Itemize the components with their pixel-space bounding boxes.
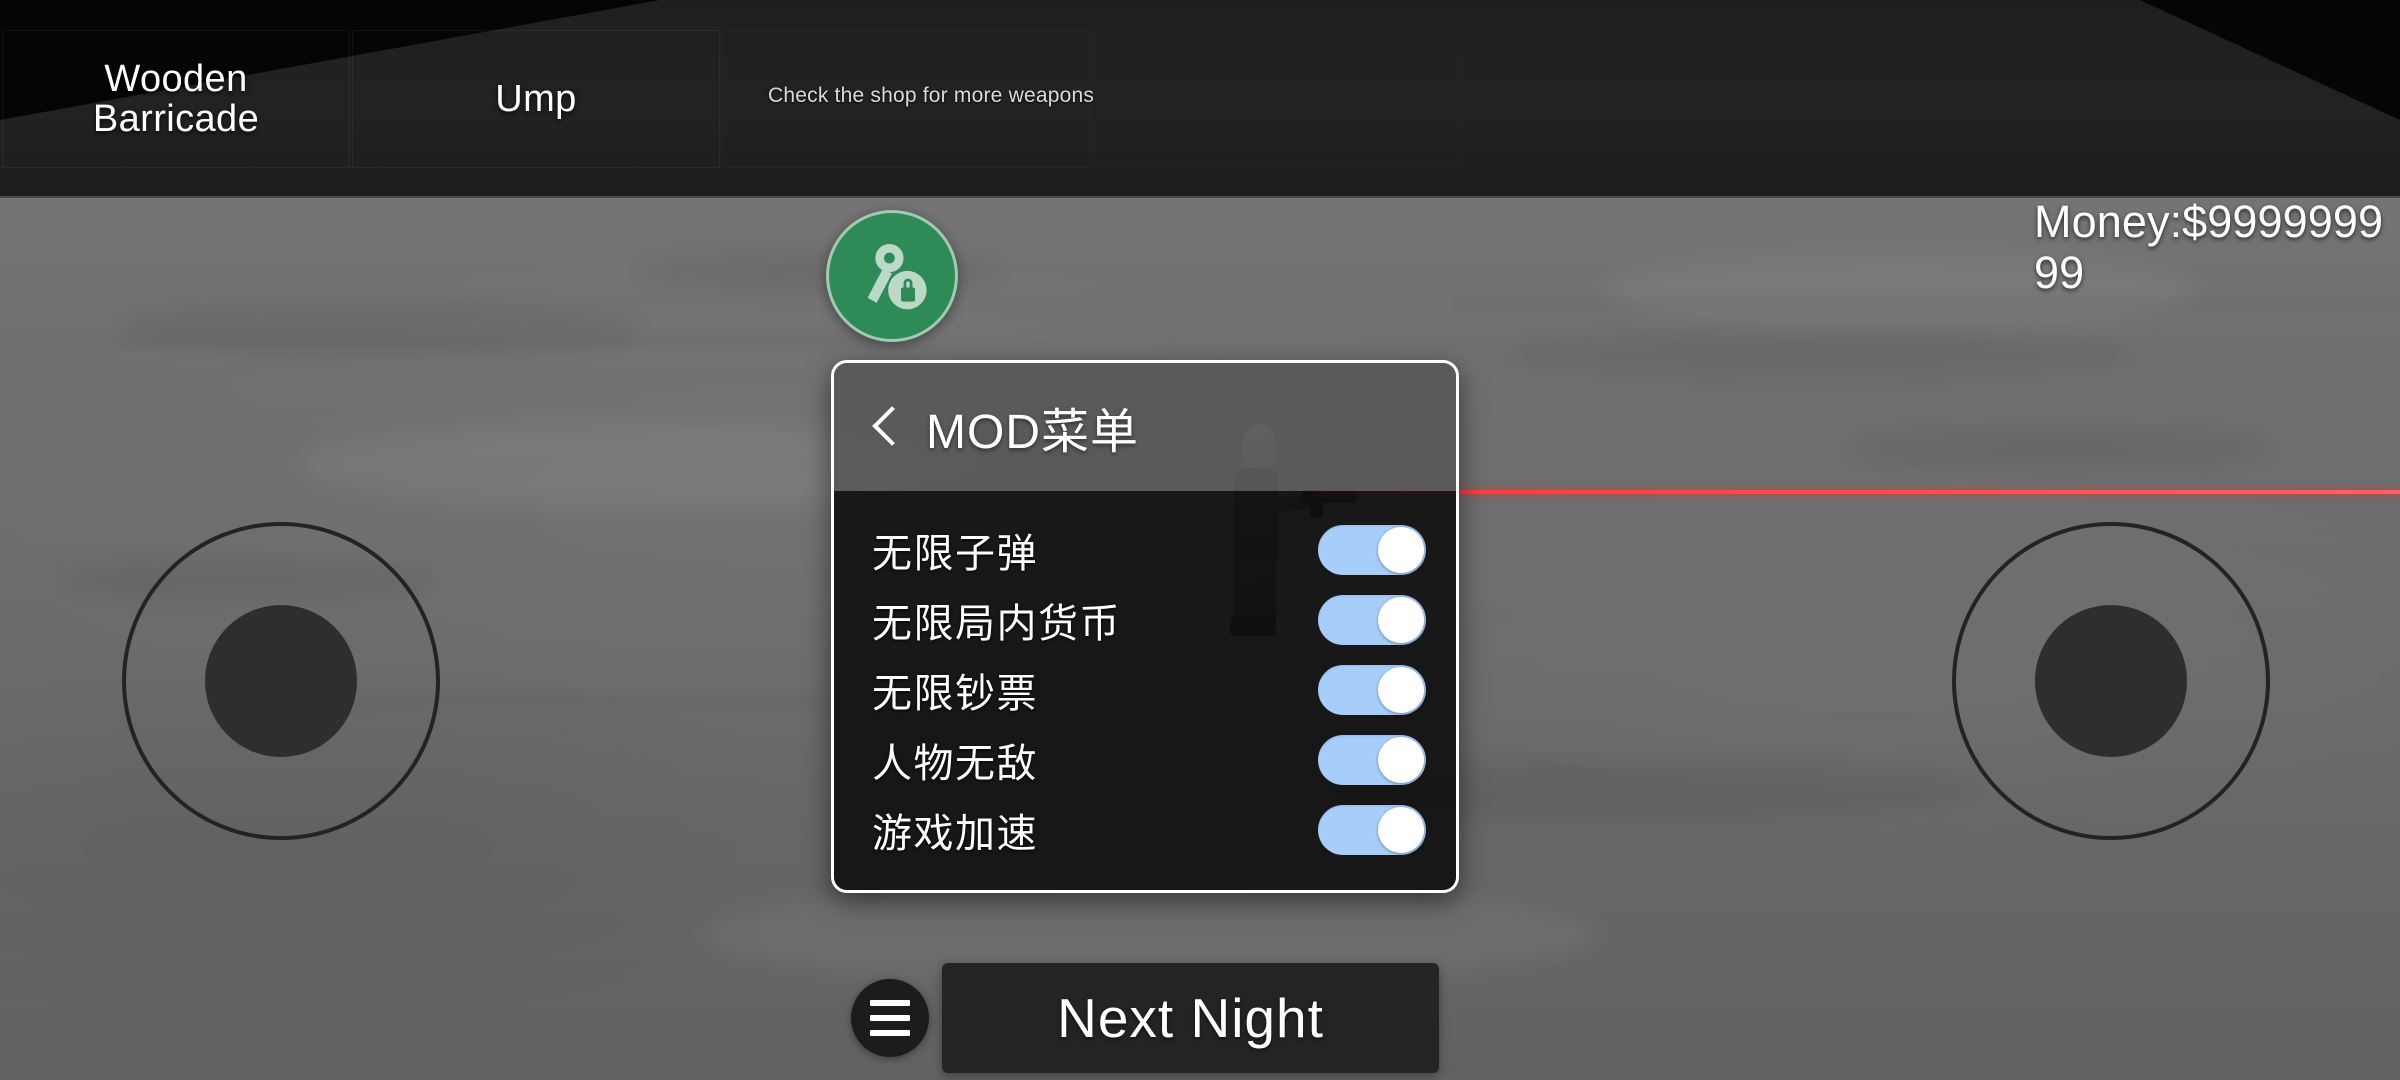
money-counter: Money:$999999999 bbox=[2034, 196, 2384, 299]
joystick-knob[interactable] bbox=[205, 605, 357, 757]
mod-option-label: 无限钞票 bbox=[872, 672, 1038, 716]
key-lock-icon bbox=[851, 235, 933, 317]
inventory-slot-label: Wooden Barricade bbox=[92, 57, 260, 140]
inventory-slot-ump[interactable]: Ump bbox=[352, 30, 720, 168]
mod-option-label: 无限局内货币 bbox=[872, 602, 1121, 646]
mod-option-row[interactable]: 人物无敌 bbox=[834, 725, 1456, 795]
inventory-slot-label: Ump bbox=[495, 77, 577, 120]
mod-option-toggle-infinite-in-game-currency[interactable] bbox=[1318, 595, 1426, 645]
mod-option-toggle-infinite-cash[interactable] bbox=[1318, 665, 1426, 715]
hamburger-bar bbox=[870, 1000, 910, 1006]
mod-option-row[interactable]: 无限钞票 bbox=[834, 655, 1456, 725]
hamburger-icon[interactable] bbox=[851, 979, 929, 1057]
mod-option-label: 人物无敌 bbox=[872, 742, 1038, 786]
mod-menu-options-list: 无限子弹 无限局内货币 无限钞票 人物无敌 游戏加速 bbox=[834, 491, 1456, 890]
chevron-left-icon[interactable] bbox=[870, 404, 900, 450]
hamburger-bar bbox=[870, 1030, 910, 1036]
aim-joystick[interactable] bbox=[1952, 522, 2270, 840]
mod-option-toggle-god-mode[interactable] bbox=[1318, 735, 1426, 785]
mod-option-toggle-infinite-ammo[interactable] bbox=[1318, 525, 1426, 575]
joystick-knob[interactable] bbox=[2035, 605, 2187, 757]
shop-hint-text: Check the shop for more weapons bbox=[768, 84, 1095, 107]
laser-sight-line bbox=[1320, 490, 2400, 494]
movement-joystick[interactable] bbox=[122, 522, 440, 840]
mod-menu-launcher-button[interactable] bbox=[826, 210, 958, 342]
toggle-knob bbox=[1378, 527, 1424, 573]
game-screen: Wooden Barricade Ump Check the shop for … bbox=[0, 0, 2400, 1080]
mod-option-toggle-game-speed-up[interactable] bbox=[1318, 805, 1426, 855]
toggle-knob bbox=[1378, 737, 1424, 783]
toggle-knob bbox=[1378, 597, 1424, 643]
top-hud-bar: Wooden Barricade Ump Check the shop for … bbox=[0, 0, 2400, 198]
inventory-slot-wooden-barricade[interactable]: Wooden Barricade bbox=[2, 30, 350, 168]
mod-option-label: 游戏加速 bbox=[872, 812, 1038, 856]
mod-menu-title: MOD菜单 bbox=[926, 406, 1139, 459]
mod-option-row[interactable]: 游戏加速 bbox=[834, 795, 1456, 865]
toggle-knob bbox=[1378, 667, 1424, 713]
inventory-slot-empty-2[interactable] bbox=[1092, 30, 1460, 168]
mod-option-label: 无限子弹 bbox=[872, 532, 1038, 576]
toggle-knob bbox=[1378, 807, 1424, 853]
next-night-label: Next Night bbox=[1057, 987, 1324, 1049]
mod-menu-panel: MOD菜单 无限子弹 无限局内货币 无限钞票 人物无敌 游戏加速 bbox=[831, 360, 1459, 893]
mod-menu-header: MOD菜单 bbox=[834, 363, 1456, 491]
mod-option-row[interactable]: 无限局内货币 bbox=[834, 585, 1456, 655]
hamburger-bar bbox=[870, 1015, 910, 1021]
next-night-button[interactable]: Next Night bbox=[942, 963, 1439, 1073]
screen-notch-right-corner bbox=[2140, 0, 2400, 120]
mod-option-row[interactable]: 无限子弹 bbox=[834, 515, 1456, 585]
